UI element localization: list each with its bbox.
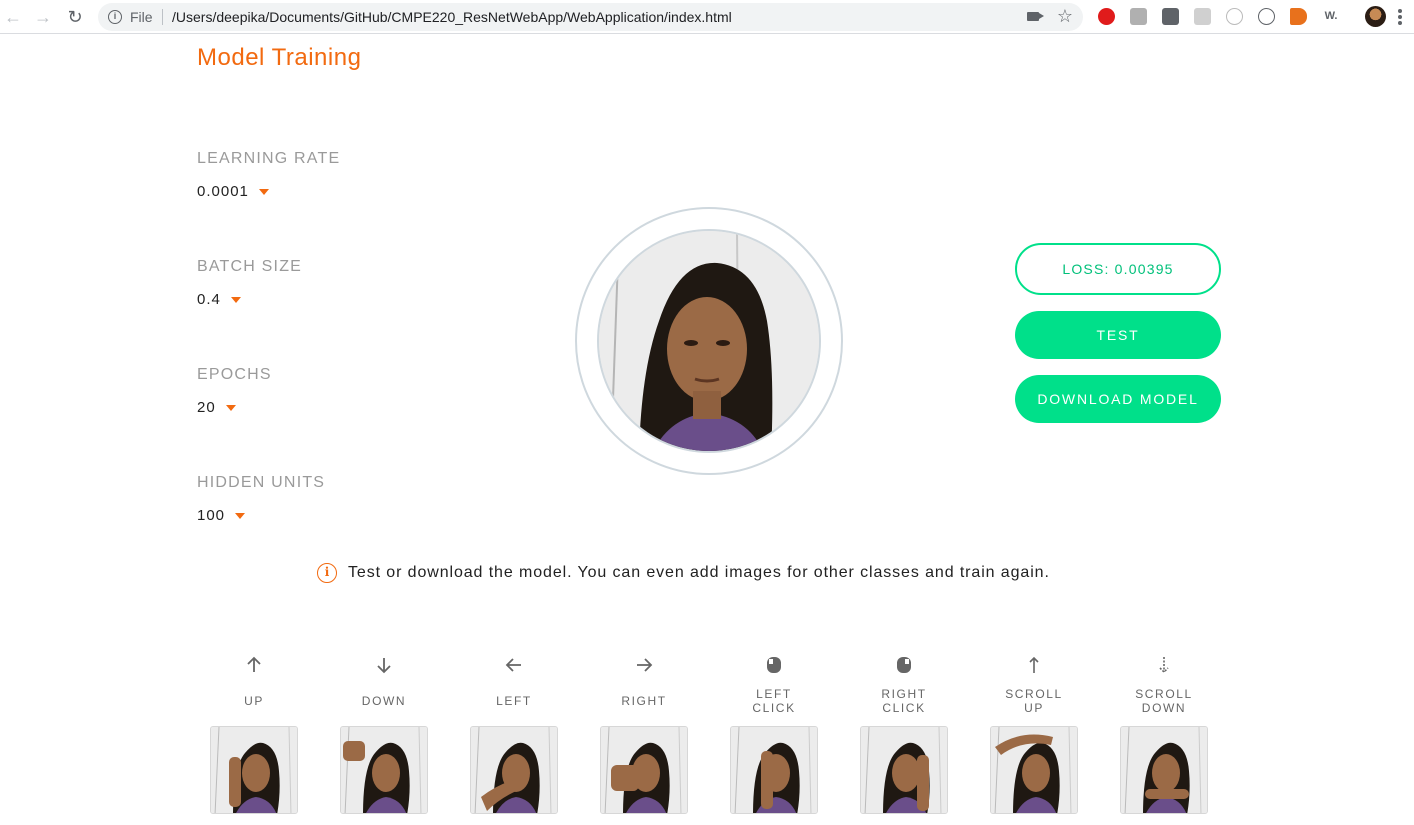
gesture-label-line: RIGHT (881, 687, 927, 701)
gesture-class: LEFT CLICK (730, 650, 818, 722)
forward-icon[interactable]: → (32, 6, 54, 28)
gesture-thumbnail[interactable] (340, 726, 428, 814)
scroll-up-icon (990, 650, 1078, 680)
gesture-label: SCROLL DOWN (1120, 680, 1208, 722)
arrow-up-icon (210, 650, 298, 680)
gesture-class: LEFT (470, 650, 558, 722)
gesture-label: SCROLL UP (990, 680, 1078, 722)
scroll-down-icon (1120, 650, 1208, 680)
reload-icon[interactable]: ↻ (64, 6, 86, 28)
face-image (599, 231, 819, 451)
download-model-button[interactable]: DOWNLOAD MODEL (1015, 375, 1221, 423)
gesture-label-line: CLICK (882, 701, 926, 715)
batch-size-value: 0.4 (197, 291, 221, 308)
url-text[interactable]: /Users/deepika/Documents/GitHub/CMPE220_… (172, 9, 732, 25)
info-icon: i (317, 563, 337, 583)
bookmark-star-icon[interactable]: ☆ (1057, 6, 1073, 26)
gesture-label-line: DOWN (1141, 701, 1187, 715)
gesture-thumbnail[interactable] (990, 726, 1078, 814)
learning-rate-label: LEARNING RATE (197, 150, 341, 167)
url-scheme: File (130, 9, 153, 25)
gesture-label-line: LEFT (496, 694, 532, 708)
extension-icon[interactable] (1226, 8, 1243, 25)
gesture-class: UP (210, 650, 298, 722)
gesture-class: SCROLL DOWN (1120, 650, 1208, 722)
divider (162, 9, 163, 25)
gesture-label-line: UP (244, 694, 264, 708)
gesture-thumbnail[interactable] (210, 726, 298, 814)
gesture-thumbnail[interactable] (470, 726, 558, 814)
extension-icon[interactable]: W. (1321, 8, 1341, 25)
megaphone-extension-icon[interactable] (1290, 8, 1307, 25)
gesture-class: DOWN (340, 650, 428, 722)
camera-icon[interactable] (1027, 12, 1044, 21)
gesture-class: SCROLL UP (990, 650, 1078, 722)
gesture-label: LEFT (470, 680, 558, 722)
loss-display: LOSS: 0.00395 (1015, 243, 1221, 295)
gesture-label-line: CLICK (752, 701, 796, 715)
arrow-right-icon (600, 650, 688, 680)
facebook-extension-icon[interactable] (1162, 8, 1179, 25)
gesture-label-line: LEFT (756, 687, 792, 701)
opera-extension-icon[interactable] (1098, 8, 1115, 25)
menu-icon[interactable] (1398, 9, 1402, 27)
back-icon[interactable]: ← (2, 6, 24, 28)
gesture-label-line: UP (1024, 701, 1044, 715)
address-bar[interactable]: i File /Users/deepika/Documents/GitHub/C… (98, 3, 1083, 31)
gesture-thumbnail[interactable] (600, 726, 688, 814)
caret-down-icon (230, 296, 241, 303)
learning-rate-value: 0.0001 (197, 183, 249, 200)
test-button[interactable]: TEST (1015, 311, 1221, 359)
caret-down-icon (258, 188, 269, 195)
gesture-label: RIGHT (600, 680, 688, 722)
batch-size-select[interactable]: 0.4 (197, 291, 241, 308)
arrow-down-icon (340, 650, 428, 680)
gesture-label: UP (210, 680, 298, 722)
gesture-label-line: SCROLL (1005, 687, 1063, 701)
webcam-preview (597, 229, 821, 453)
hidden-units-label: HIDDEN UNITS (197, 474, 326, 491)
epochs-select[interactable]: 20 (197, 399, 236, 416)
extension-icon[interactable] (1258, 8, 1275, 25)
caret-down-icon (235, 512, 246, 519)
gesture-label-line: SCROLL (1135, 687, 1193, 701)
gesture-label: DOWN (340, 680, 428, 722)
gesture-label-line: DOWN (361, 694, 407, 708)
learning-rate-select[interactable]: 0.0001 (197, 183, 269, 200)
extension-icon[interactable] (1130, 8, 1147, 25)
hidden-units-select[interactable]: 100 (197, 507, 246, 524)
info-message: i Test or download the model. You can ev… (317, 563, 1050, 583)
hidden-units-value: 100 (197, 507, 226, 524)
browser-toolbar: ← → ↻ i File /Users/deepika/Documents/Gi… (0, 0, 1414, 34)
arrow-left-icon (470, 650, 558, 680)
gesture-thumbnail[interactable] (860, 726, 948, 814)
extension-icon[interactable] (1194, 8, 1211, 25)
epochs-value: 20 (197, 399, 216, 416)
epochs-label: EPOCHS (197, 366, 272, 383)
batch-size-label: BATCH SIZE (197, 258, 303, 275)
gesture-class: RIGHT (600, 650, 688, 722)
gesture-class: RIGHT CLICK (860, 650, 948, 722)
info-text: Test or download the model. You can even… (348, 564, 1050, 581)
info-icon[interactable]: i (108, 10, 122, 24)
gesture-label: LEFT CLICK (730, 680, 818, 722)
gesture-label: RIGHT CLICK (860, 680, 948, 722)
caret-down-icon (225, 404, 236, 411)
avatar[interactable] (1365, 6, 1386, 27)
gesture-thumbnail[interactable] (730, 726, 818, 814)
gesture-thumbnail[interactable] (1120, 726, 1208, 814)
gesture-label-line: RIGHT (621, 694, 667, 708)
mouse-right-icon (860, 650, 948, 680)
mouse-left-icon (730, 650, 818, 680)
page-title: Model Training (197, 44, 362, 71)
